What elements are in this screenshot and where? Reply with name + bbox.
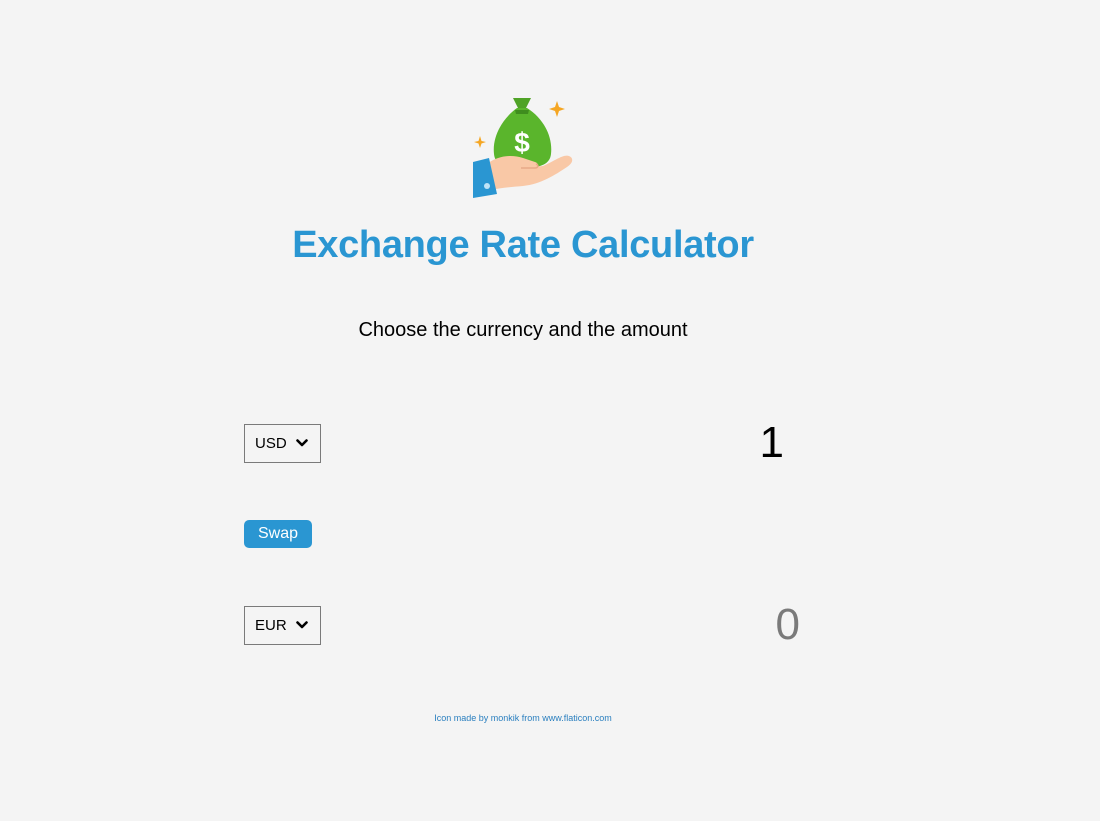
from-amount-input[interactable]: 1 xyxy=(584,421,784,465)
credit-middle: from xyxy=(519,713,543,723)
page-subtitle: Choose the currency and the amount xyxy=(358,319,688,341)
credit-prefix: Icon made by xyxy=(434,713,491,723)
chevron-down-icon xyxy=(296,621,308,629)
from-currency-value: USD xyxy=(255,435,287,452)
cuff-button xyxy=(484,183,490,189)
icon-credit: Icon made by monkik from www.flaticon.co… xyxy=(0,713,1046,723)
sparkle-icon xyxy=(549,101,565,117)
page-title: Exchange Rate Calculator xyxy=(292,224,754,266)
chevron-down-icon xyxy=(296,439,308,447)
to-currency-value: EUR xyxy=(255,617,287,634)
credit-author-link[interactable]: monkik xyxy=(491,713,520,723)
to-amount-output: 0 xyxy=(775,600,800,649)
sparkle-icon xyxy=(474,136,486,148)
swap-button[interactable]: Swap xyxy=(244,520,312,548)
svg-text:$: $ xyxy=(514,127,530,158)
to-currency-select[interactable]: EUR xyxy=(244,606,321,645)
from-currency-select[interactable]: USD xyxy=(244,424,321,463)
money-bag-hand-icon: $ xyxy=(473,98,573,198)
credit-site-link[interactable]: www.flaticon.com xyxy=(542,713,612,723)
